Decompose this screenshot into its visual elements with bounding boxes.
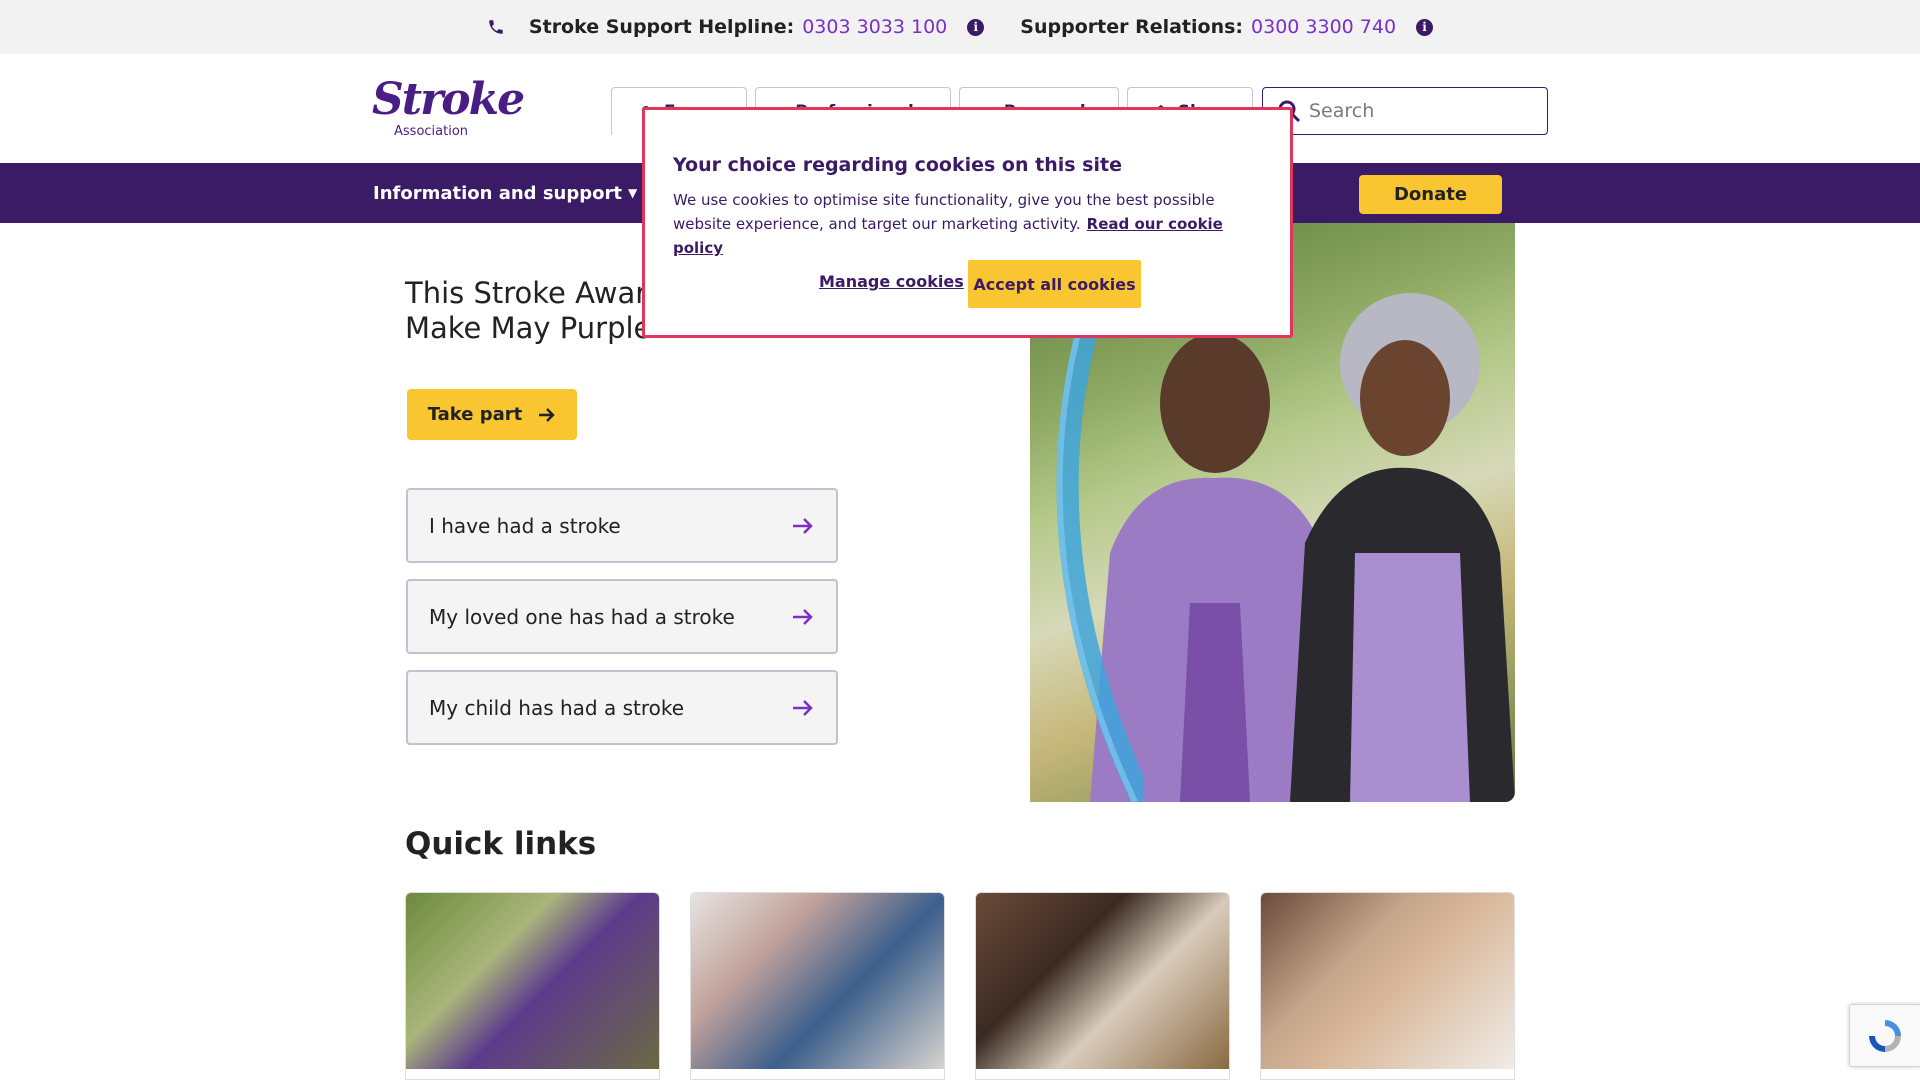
card-photo [1261, 893, 1514, 1069]
stroke-association-logo[interactable]: Stroke Association [372, 78, 525, 140]
recaptcha-badge[interactable] [1849, 1004, 1920, 1067]
arrow-right-icon [539, 407, 555, 422]
quick-link-card[interactable] [1260, 892, 1515, 1080]
quick-links-title: Quick links [405, 826, 597, 862]
helpline-label: Stroke Support Helpline: [528, 16, 795, 38]
info-icon[interactable]: i [967, 18, 985, 36]
arrow-right-icon [793, 517, 813, 534]
supporter-label: Supporter Relations: [1020, 16, 1244, 38]
card-photo [406, 893, 659, 1069]
accept-all-cookies-button[interactable]: Accept all cookies [968, 260, 1141, 308]
recaptcha-icon [1869, 1019, 1901, 1052]
search-placeholder: Search [1309, 100, 1375, 122]
helpline-number-link[interactable]: 0303 3033 100 [802, 16, 947, 38]
phone-icon [489, 20, 503, 34]
cookie-title: Your choice regarding cookies on this si… [673, 154, 1122, 176]
quick-link-card[interactable] [405, 892, 660, 1080]
helpline-bar: Stroke Support Helpline: 0303 3033 100 i… [0, 0, 1920, 54]
nav-information-and-support[interactable]: Information and support ▼ [373, 163, 637, 223]
quick-link-card[interactable] [690, 892, 945, 1080]
quick-link-card[interactable] [975, 892, 1230, 1080]
card-photo [691, 893, 944, 1069]
donate-button[interactable]: Donate [1359, 175, 1502, 214]
path-child-had-a-stroke[interactable]: My child has had a stroke [406, 670, 838, 745]
info-icon[interactable]: i [1416, 18, 1434, 36]
path-i-have-had-a-stroke[interactable]: I have had a stroke [406, 488, 838, 563]
cookie-body: We use cookies to optimise site function… [673, 191, 1223, 257]
manage-cookies-button[interactable]: Manage cookies [819, 272, 964, 291]
card-photo [976, 893, 1229, 1069]
path-loved-one-had-a-stroke[interactable]: My loved one has had a stroke [406, 579, 838, 654]
search-input[interactable]: Search [1262, 87, 1548, 135]
take-part-button[interactable]: Take part [407, 389, 577, 440]
caret-down-icon: ▼ [627, 186, 638, 200]
supporter-number-link[interactable]: 0300 3300 740 [1251, 16, 1396, 38]
arrow-right-icon [793, 608, 813, 625]
arrow-right-icon [793, 699, 813, 716]
cookie-consent-dialog: Your choice regarding cookies on this si… [642, 107, 1293, 338]
